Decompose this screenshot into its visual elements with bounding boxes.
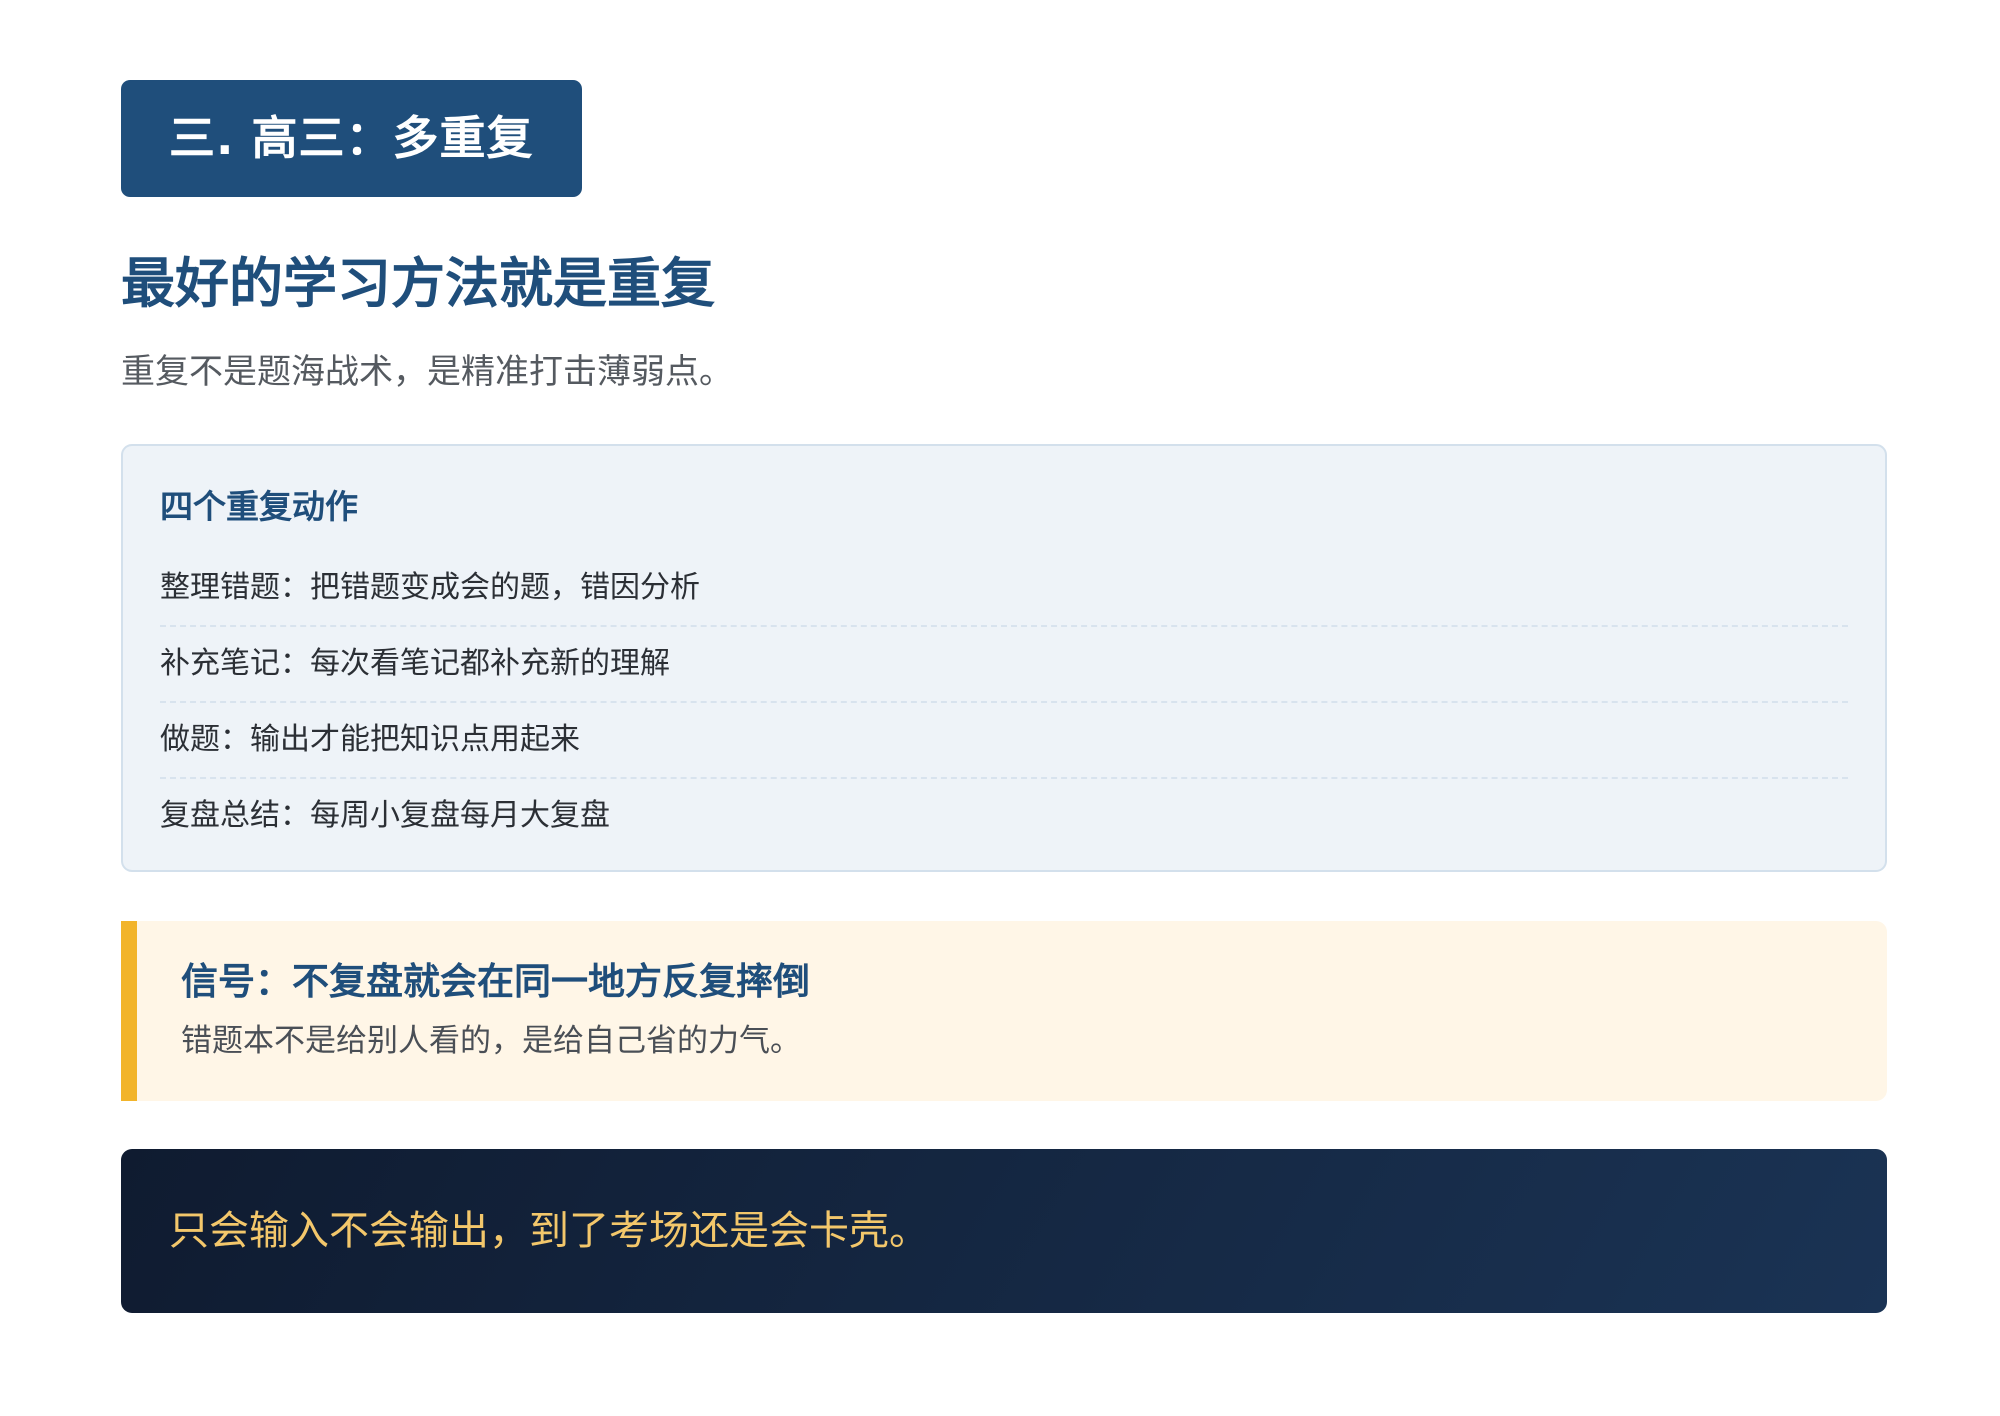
main-heading: 最好的学习方法就是重复 xyxy=(121,252,715,315)
actions-card-title: 四个重复动作 xyxy=(160,486,358,526)
signal-callout: 信号：不复盘就会在同一地方反复摔倒 错题本不是给别人看的，是给自己省的力气。 xyxy=(121,920,1887,1102)
action-item-review: 复盘总结：每周小复盘每月大复盘 xyxy=(160,797,610,833)
action-item-notes: 补充笔记：每次看笔记都补充新的理解 xyxy=(160,627,1848,703)
page-content: 三. 高三：多重复 最好的学习方法就是重复 重复不是题海战术，是精准打击薄弱点。… xyxy=(121,80,1887,1314)
signal-title: 信号：不复盘就会在同一地方反复摔倒 xyxy=(181,959,810,1003)
section-badge: 三. 高三：多重复 xyxy=(121,80,582,197)
summary-banner: 只会输入不会输出，到了考场还是会卡壳。 xyxy=(121,1149,1887,1314)
action-item-wrong-questions: 整理错题：把错题变成会的题，错因分析 xyxy=(160,551,1848,627)
summary-banner-text: 只会输入不会输出，到了考场还是会卡壳。 xyxy=(169,1208,929,1255)
subtitle: 重复不是题海战术，是精准打击薄弱点。 xyxy=(121,351,733,392)
signal-text: 错题本不是给别人看的，是给自己省的力气。 xyxy=(181,1022,801,1059)
action-item-practice: 做题：输出才能把知识点用起来 xyxy=(160,703,1848,779)
repeat-actions-card: 四个重复动作 整理错题：把错题变成会的题，错因分析 补充笔记：每次看笔记都补充新… xyxy=(121,443,1887,872)
